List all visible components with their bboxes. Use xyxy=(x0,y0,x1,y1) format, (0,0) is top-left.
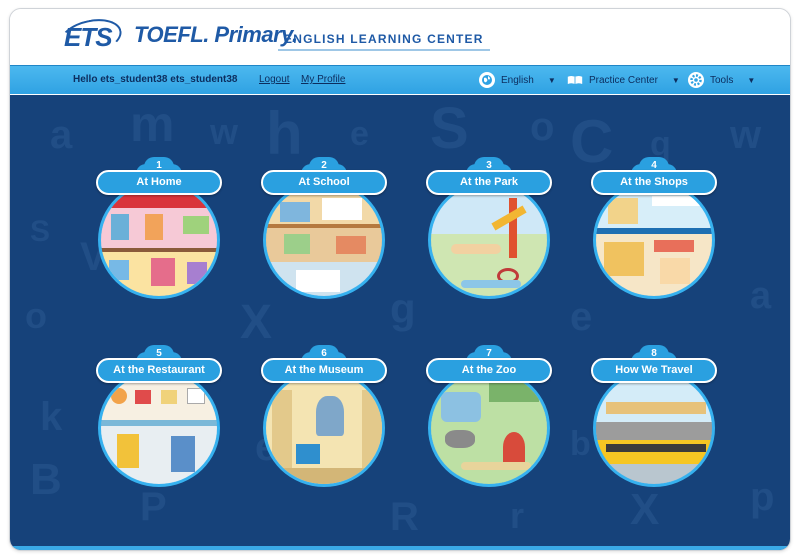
unit-title: At the Park xyxy=(426,170,552,195)
gear-icon xyxy=(688,72,704,88)
unit-scene-image xyxy=(98,181,220,299)
language-label: English xyxy=(501,74,534,86)
chevron-down-icon: ▼ xyxy=(747,75,756,85)
unit-card-7[interactable]: 7 At the Zoo xyxy=(424,345,554,487)
unit-card-1[interactable]: 1 At Home xyxy=(94,157,224,299)
unit-scene-image xyxy=(263,181,385,299)
unit-title: At School xyxy=(261,170,387,195)
nav-bar: Hello ets_student38 ets_student38 Logout… xyxy=(10,65,790,94)
unit-title: At Home xyxy=(96,170,222,195)
brand-subtitle: ENGLISH LEARNING CENTER xyxy=(278,30,490,51)
app-window: ETS TOEFL. Primary. ENGLISH LEARNING CEN… xyxy=(9,8,791,551)
unit-card-8[interactable]: 8 How We Travel xyxy=(589,345,719,487)
brand-title: TOEFL. Primary. xyxy=(134,22,298,47)
header: ETS TOEFL. Primary. ENGLISH LEARNING CEN… xyxy=(10,9,790,65)
logout-link[interactable]: Logout xyxy=(259,74,290,85)
my-profile-link[interactable]: My Profile xyxy=(301,74,345,85)
unit-board: a m w h e S o C q w S V o X g e a k B P … xyxy=(10,95,790,550)
unit-title: How We Travel xyxy=(591,358,717,383)
language-menu[interactable]: English ▼ xyxy=(479,70,556,90)
unit-card-5[interactable]: 5 At the Restaurant xyxy=(94,345,224,487)
unit-card-4[interactable]: 4 At the Shops xyxy=(589,157,719,299)
unit-title: At the Zoo xyxy=(426,358,552,383)
greeting: Hello ets_student38 ets_student38 xyxy=(73,74,238,85)
unit-scene-image xyxy=(593,369,715,487)
unit-scene-image xyxy=(263,369,385,487)
tools-label: Tools xyxy=(710,74,734,86)
unit-scene-image xyxy=(428,369,550,487)
unit-scene-image xyxy=(98,369,220,487)
unit-scene-image xyxy=(428,181,550,299)
tools-menu[interactable]: Tools ▼ xyxy=(688,70,755,90)
unit-title: At the Shops xyxy=(591,170,717,195)
unit-card-3[interactable]: 3 At the Park xyxy=(424,157,554,299)
unit-card-6[interactable]: 6 At the Museum xyxy=(259,345,389,487)
unit-card-2[interactable]: 2 At School xyxy=(259,157,389,299)
globe-icon xyxy=(479,72,495,88)
practice-center-label: Practice Center xyxy=(589,74,658,86)
unit-title: At the Museum xyxy=(261,358,387,383)
logo-text: ETS xyxy=(64,22,113,52)
board-bottom-bar xyxy=(10,546,790,550)
practice-center-menu[interactable]: Practice Center ▼ xyxy=(567,70,680,90)
ets-logo[interactable]: ETS xyxy=(57,13,125,61)
chevron-down-icon: ▼ xyxy=(671,75,680,85)
unit-scene-image xyxy=(593,181,715,299)
chevron-down-icon: ▼ xyxy=(547,75,556,85)
book-icon xyxy=(567,72,583,88)
unit-title: At the Restaurant xyxy=(96,358,222,383)
